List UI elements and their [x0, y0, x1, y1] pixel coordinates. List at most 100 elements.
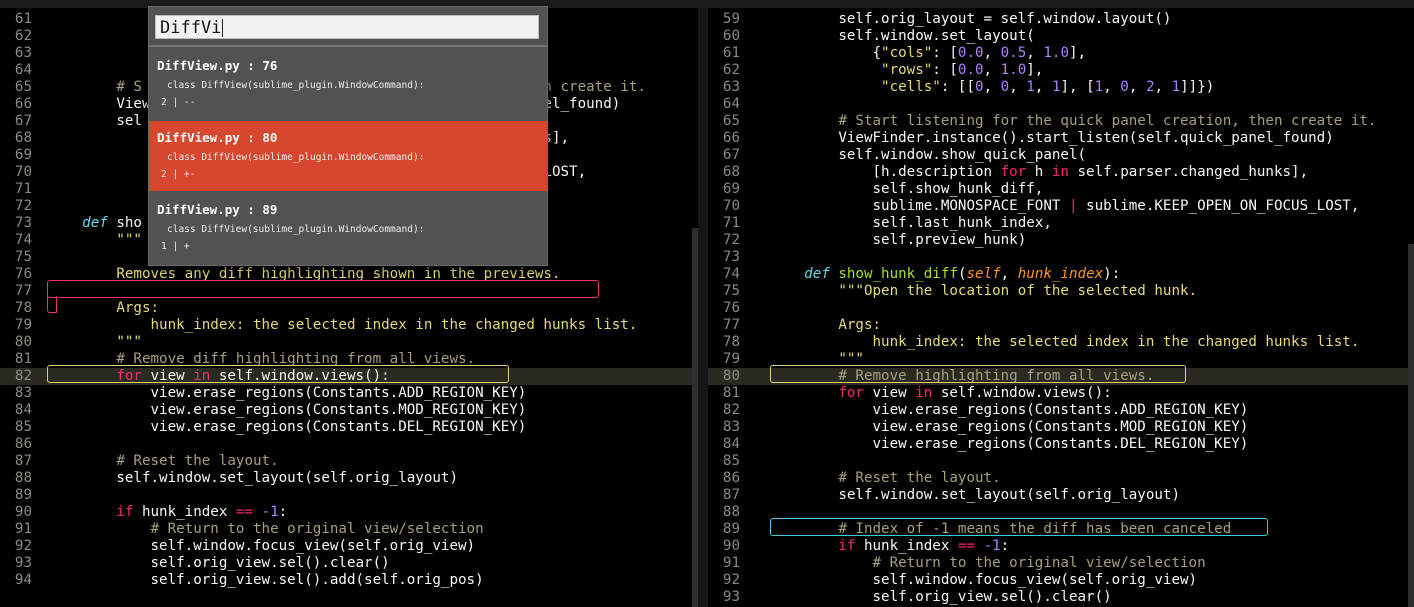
- code-text: # Start listening for the quick panel cr…: [838, 113, 1377, 129]
- right-scrollbar[interactable]: [1408, 244, 1414, 607]
- code-text: self.window.set_layout(self.orig_layout): [48, 470, 458, 486]
- code-line[interactable]: 84 view.erase_regions(Constants.MOD_REGI…: [0, 402, 692, 419]
- line-number: 69: [722, 181, 740, 197]
- code-text: self.last_hunk_index,: [770, 215, 1052, 231]
- code-line[interactable]: 91 # Return to the original view/selecti…: [0, 521, 692, 538]
- code-line[interactable]: 90 if hunk_index == -1:: [0, 504, 692, 521]
- code-line[interactable]: 87 # Reset the layout.: [0, 453, 692, 470]
- code-text: Args:: [116, 300, 160, 316]
- code-line[interactable]: 92 self.window.focus_view(self.orig_view…: [0, 538, 692, 555]
- code-line[interactable]: 65 # Start listening for the quick panel…: [708, 113, 1408, 130]
- code-line[interactable]: 83 view.erase_regions(Constants.MOD_REGI…: [708, 419, 1408, 436]
- code-line[interactable]: 82 for view in self.window.views():: [0, 368, 692, 385]
- code-text: sublime.MONOSPACE_FONT | sublime.KEEP_OP…: [770, 198, 1360, 214]
- code-line[interactable]: 79 hunk_index: the selected index in the…: [0, 317, 692, 334]
- code-line[interactable]: 62 "rows": [0.0, 1.0],: [708, 62, 1408, 79]
- line-number: 60: [722, 28, 740, 44]
- line-number: 91: [722, 555, 740, 571]
- code-line[interactable]: 91 # Return to the original view/selecti…: [708, 555, 1408, 572]
- code-line[interactable]: 92 self.window.focus_view(self.orig_view…: [708, 572, 1408, 589]
- code-line[interactable]: 78 Args:: [0, 300, 692, 317]
- code-line[interactable]: 89: [0, 487, 692, 504]
- quick-panel-item-detail: class DiffView(sublime_plugin.WindowComm…: [167, 80, 425, 91]
- code-text: """: [838, 351, 864, 367]
- code-text: self.orig_view.sel().add(self.orig_pos): [48, 572, 484, 588]
- code-line[interactable]: 60 self.window.set_layout(: [708, 28, 1408, 45]
- quick-panel-item-detail: class DiffView(sublime_plugin.WindowComm…: [167, 152, 425, 163]
- code-line[interactable]: 82 view.erase_regions(Constants.ADD_REGI…: [708, 402, 1408, 419]
- code-line[interactable]: 64: [708, 96, 1408, 113]
- quick-panel-item[interactable]: DiffView.py : 76 class DiffView(sublime_p…: [149, 49, 547, 119]
- line-number: 84: [722, 436, 740, 452]
- quick-panel-query: DiffVi: [160, 18, 222, 38]
- code-text: # Reset the layout.: [838, 470, 1001, 486]
- code-line[interactable]: 85 view.erase_regions(Constants.DEL_REGI…: [0, 419, 692, 436]
- line-number: 70: [14, 164, 32, 180]
- code-line[interactable]: 69 self.show_hunk_diff,: [708, 181, 1408, 198]
- code-line[interactable]: 86 # Reset the layout.: [708, 470, 1408, 487]
- line-number: 83: [14, 385, 32, 401]
- code-line[interactable]: 80 """: [0, 334, 692, 351]
- code-line[interactable]: 90 if hunk_index == -1:: [708, 538, 1408, 555]
- code-text: if hunk_index == -1:: [838, 538, 1010, 554]
- code-line[interactable]: 74 def show_hunk_diff(self, hunk_index):: [708, 266, 1408, 283]
- quick-panel-search-input[interactable]: DiffVi: [155, 15, 539, 39]
- right-editor-pane[interactable]: 59 self.orig_layout = self.window.layout…: [708, 8, 1414, 607]
- line-number: 61: [722, 45, 740, 61]
- code-line[interactable]: 81 for view in self.window.views():: [708, 385, 1408, 402]
- code-line[interactable]: 94 self.orig_view.sel().add(self.orig_po…: [0, 572, 692, 589]
- code-line[interactable]: 85: [708, 453, 1408, 470]
- code-line[interactable]: 70 sublime.MONOSPACE_FONT | sublime.KEEP…: [708, 198, 1408, 215]
- code-line[interactable]: 68 [h.description for h in self.parser.c…: [708, 164, 1408, 181]
- code-line[interactable]: 93 self.orig_view.sel().clear(): [708, 589, 1408, 606]
- code-line[interactable]: 72 self.preview_hunk): [708, 232, 1408, 249]
- code-line[interactable]: 88: [708, 504, 1408, 521]
- code-line[interactable]: 77: [0, 283, 692, 300]
- code-line[interactable]: 71 self.last_hunk_index,: [708, 215, 1408, 232]
- text-caret: [222, 19, 224, 37]
- code-line[interactable]: 73: [708, 249, 1408, 266]
- code-text: ViewFinder.instance().start_listen(self.…: [770, 130, 1334, 146]
- code-line[interactable]: 61 {"cols": [0.0, 0.5, 1.0],: [708, 45, 1408, 62]
- line-number: 73: [14, 215, 32, 231]
- code-line[interactable]: 88 self.window.set_layout(self.orig_layo…: [0, 470, 692, 487]
- pane-divider[interactable]: [698, 8, 708, 607]
- code-line[interactable]: 93 self.orig_view.sel().clear(): [0, 555, 692, 572]
- code-line[interactable]: 66 ViewFinder.instance().start_listen(se…: [708, 130, 1408, 147]
- quick-panel-item[interactable]: DiffView.py : 89 class DiffView(sublime_p…: [149, 193, 547, 263]
- code-text: """: [116, 334, 142, 350]
- code-line[interactable]: 76: [708, 300, 1408, 317]
- code-line[interactable]: 63 "cells": [[0, 0, 1, 1], [1, 0, 2, 1]]…: [708, 79, 1408, 96]
- code-line[interactable]: 81 # Remove diff highlighting from all v…: [0, 351, 692, 368]
- quick-panel-item-detail: class DiffView(sublime_plugin.WindowComm…: [167, 224, 425, 235]
- code-line[interactable]: 83 view.erase_regions(Constants.ADD_REGI…: [0, 385, 692, 402]
- code-text: for view in self.window.views():: [838, 385, 1112, 401]
- code-text: self.window.set_layout(self.orig_layout): [770, 487, 1180, 503]
- line-number: 78: [722, 334, 740, 350]
- line-number: 64: [14, 62, 32, 78]
- code-line[interactable]: 59 self.orig_layout = self.window.layout…: [708, 11, 1408, 28]
- code-line[interactable]: 84 view.erase_regions(Constants.DEL_REGI…: [708, 436, 1408, 453]
- code-text: self.window.focus_view(self.orig_view): [770, 572, 1198, 588]
- line-number: 75: [722, 283, 740, 299]
- line-number: 86: [14, 436, 32, 452]
- code-line[interactable]: 67 self.window.show_quick_panel(: [708, 147, 1408, 164]
- code-line[interactable]: 86: [0, 436, 692, 453]
- code-text: for view in self.window.views():: [116, 368, 390, 384]
- code-text: hunk_index: the selected index in the ch…: [150, 317, 638, 333]
- code-line[interactable]: 79 """: [708, 351, 1408, 368]
- line-number: 62: [722, 62, 740, 78]
- code-line[interactable]: 89 # Index of -1 means the diff has been…: [708, 521, 1408, 538]
- code-text: self.orig_view.sel().clear(): [770, 589, 1112, 605]
- code-line[interactable]: 77 Args:: [708, 317, 1408, 334]
- code-line[interactable]: 80 # Remove highlighting from all views.: [708, 368, 1408, 385]
- code-text: self.window.show_quick_panel(: [770, 147, 1087, 163]
- code-line[interactable]: 78 hunk_index: the selected index in the…: [708, 334, 1408, 351]
- code-line[interactable]: 87 self.window.set_layout(self.orig_layo…: [708, 487, 1408, 504]
- quick-panel-item[interactable]: DiffView.py : 80 class DiffView(sublime_p…: [149, 121, 547, 191]
- code-line[interactable]: 75 """Open the location of the selected …: [708, 283, 1408, 300]
- code-line[interactable]: 76 Removes any diff highlighting shown i…: [0, 266, 692, 283]
- line-number: 81: [722, 385, 740, 401]
- quick-panel[interactable]: DiffVi DiffView.py : 76 class DiffView(su…: [148, 6, 548, 266]
- line-number: 63: [722, 79, 740, 95]
